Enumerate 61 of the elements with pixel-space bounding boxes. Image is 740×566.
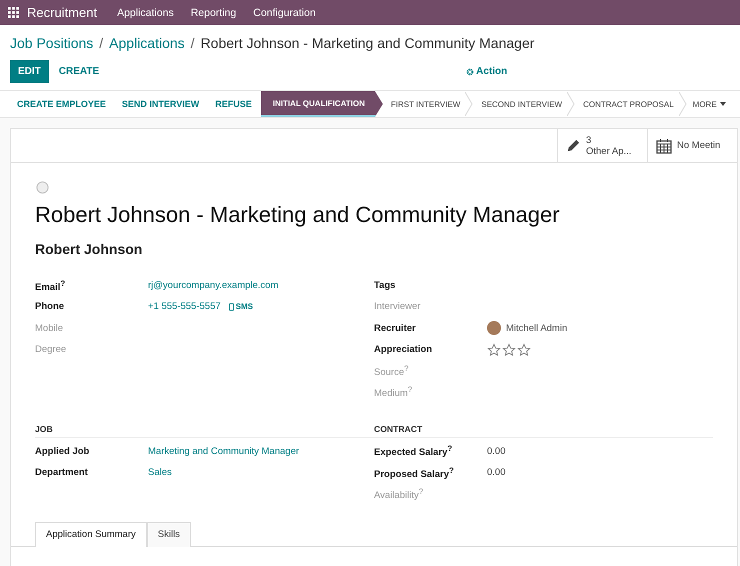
field-label: Phone (35, 301, 66, 312)
user-name[interactable]: Mitchell Admin (506, 322, 568, 334)
field-label: Availability$^{?}$ (374, 486, 424, 502)
field-label: Email$^{?}$ (35, 278, 66, 293)
field-label: Recruiter (374, 322, 417, 334)
field-label: Department (35, 467, 89, 478)
field-value: 0.00 (487, 467, 506, 478)
edit-button[interactable]: EDIT (10, 60, 49, 83)
create-button[interactable]: CREATE (48, 60, 110, 83)
more-button[interactable]: MORE (686, 100, 726, 108)
stage-button[interactable]: FIRST INTERVIEW (382, 91, 466, 117)
breadcrumb-separator: / (99, 35, 104, 51)
applicant-name: Robert Johnson (35, 241, 144, 257)
menu-item[interactable]: Reporting (190, 6, 236, 18)
gear-icon (466, 68, 474, 76)
avatar-icon (487, 321, 501, 336)
other-applications-button[interactable]: 3 Other Ap... (557, 129, 647, 162)
field-link[interactable]: +1 555-555-5557 (148, 301, 221, 312)
stage-button[interactable]: SECOND INTERVIEW (473, 91, 568, 117)
section-heading: JOB (35, 424, 374, 438)
field-label: Applied Job (35, 446, 90, 457)
apps-menu-icon[interactable] (8, 7, 19, 18)
field-value: 0.00 (487, 446, 506, 457)
field-label: Medium$^{?}$ (374, 385, 414, 400)
caret-icon (720, 102, 726, 106)
breadcrumb-current: Robert Johnson - Marketing and Community Manager (200, 35, 534, 51)
mobile-phone-icon (228, 302, 234, 311)
field-label: Source$^{?}$ (374, 364, 410, 378)
stage-button[interactable]: INITIAL QUALIFICATION (260, 91, 383, 117)
field-label: Degree (35, 344, 68, 356)
header-action-button[interactable]: REFUSE (204, 99, 257, 109)
field-label: Proposed Salary$^{?}$ (374, 466, 455, 480)
field-label: Expected Salary$^{?}$ (374, 444, 454, 458)
menu-item[interactable]: Configuration (253, 6, 316, 18)
breadcrumb-separator: / (190, 35, 195, 51)
field-label: Tags (374, 280, 396, 292)
star-icon[interactable] (517, 342, 531, 357)
tab[interactable]: Application Summary (35, 522, 147, 547)
field-link[interactable]: Sales (148, 467, 172, 478)
field-label: Mobile (35, 322, 64, 334)
breadcrumb-link[interactable]: Applications (109, 35, 185, 51)
action-button[interactable]: Action (466, 66, 508, 77)
breadcrumb-link[interactable]: Job Positions (10, 35, 94, 51)
menu-item[interactable]: Applications (117, 6, 174, 18)
field-link[interactable]: rj@yourcompany.example.com (148, 280, 278, 292)
meetings-button[interactable]: No Meetin (647, 129, 737, 162)
header-action-button[interactable]: CREATE EMPLOYEE (7, 99, 111, 109)
calendar-icon (656, 138, 672, 154)
stage-button[interactable]: CONTRACT PROPOSAL (575, 91, 679, 117)
sms-button[interactable]: SMS (228, 302, 253, 312)
applicant-title: Robert Johnson - Marketing and Community Manager (35, 202, 561, 228)
header-action-button[interactable]: SEND INTERVIEW (110, 99, 204, 109)
field-label: Interviewer (374, 301, 422, 312)
section-heading: CONTRACT (374, 424, 713, 438)
star-icon[interactable] (487, 342, 501, 357)
field-label: Appreciation (374, 344, 434, 356)
star-icon[interactable] (502, 342, 516, 357)
app-name[interactable]: Recruitment (27, 5, 98, 20)
pencil-icon (566, 138, 581, 153)
field-link[interactable]: Marketing and Community Manager (148, 446, 300, 457)
tab[interactable]: Skills (146, 522, 191, 547)
